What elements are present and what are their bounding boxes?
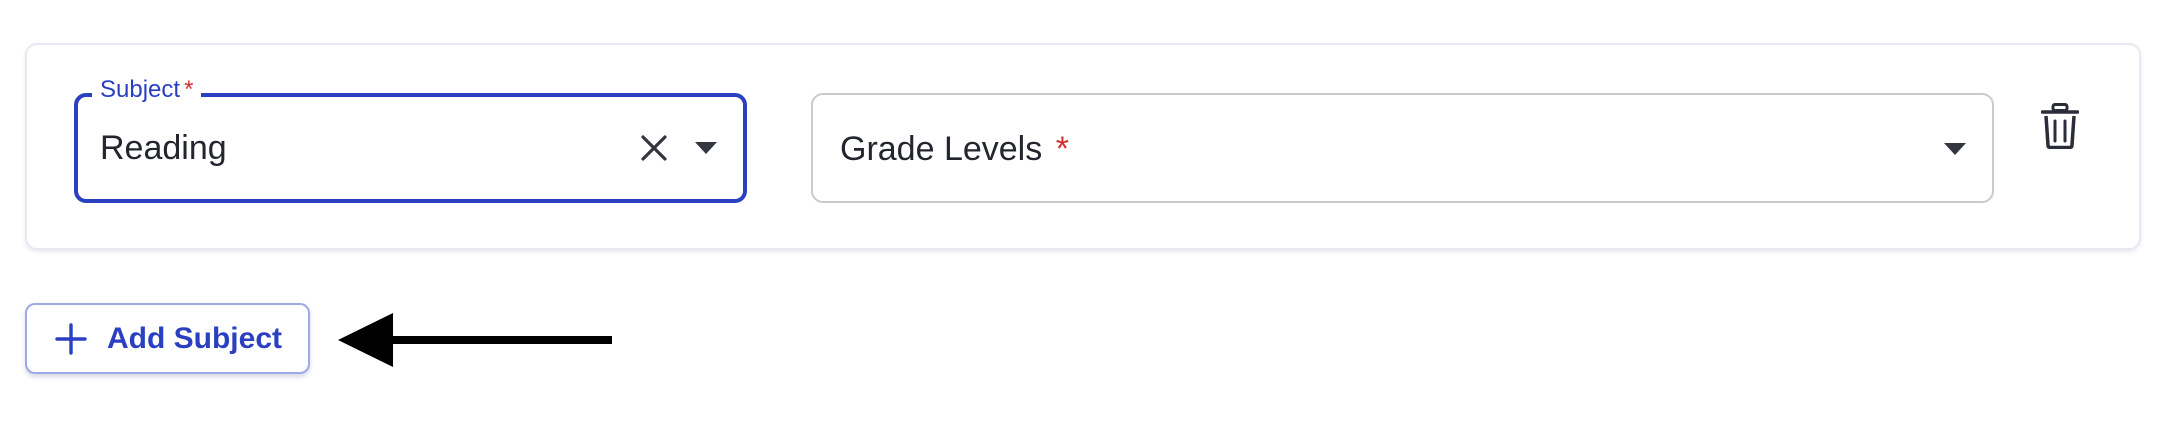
trash-icon [2041, 103, 2079, 149]
clear-subject-button[interactable] [634, 128, 674, 168]
delete-subject-button[interactable] [2036, 100, 2084, 152]
add-subject-label: Add Subject [107, 321, 283, 355]
subject-dropdown-button[interactable] [686, 128, 726, 168]
add-subject-button[interactable]: Add Subject [25, 303, 310, 374]
close-icon [641, 135, 667, 161]
arrow-left-icon [338, 313, 612, 367]
grade-levels-placeholder: Grade Levels * [840, 128, 1069, 170]
subject-label-text: Subject [100, 76, 181, 103]
subject-required-mark: * [184, 76, 194, 103]
plus-icon [53, 321, 89, 357]
subject-value: Reading [100, 129, 227, 167]
page: Subject * Reading Grade Levels * Add Sub… [0, 0, 2172, 432]
grade-levels-placeholder-text: Grade Levels [840, 130, 1043, 168]
grade-levels-dropdown-button[interactable] [1935, 129, 1975, 169]
grade-levels-required-mark: * [1055, 130, 1069, 168]
caret-down-icon [695, 142, 717, 154]
subject-label: Subject * [92, 75, 202, 105]
grade-levels-select[interactable]: Grade Levels * [811, 93, 1994, 203]
caret-down-icon [1944, 143, 1966, 155]
subject-select[interactable]: Subject * Reading [74, 75, 747, 203]
